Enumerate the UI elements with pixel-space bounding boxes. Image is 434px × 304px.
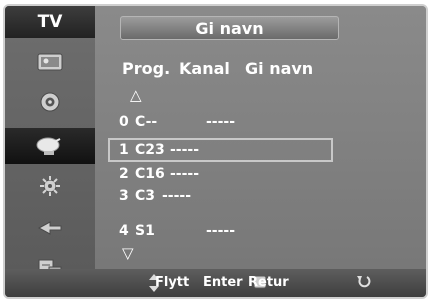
page-title: Gi navn [120, 16, 339, 40]
sidebar-item-input[interactable] [15, 212, 85, 244]
row-kanal: C16 [135, 166, 165, 182]
row-name: ----- [162, 188, 192, 204]
row-prog: 3 [119, 188, 129, 204]
column-header-name: Gi navn [245, 59, 314, 78]
row-prog: 2 [119, 166, 129, 182]
sidebar: TV [5, 6, 95, 297]
column-header-kanal: Kanal [179, 59, 230, 78]
row-prog: 1 [119, 142, 129, 158]
row-kanal: S1 [135, 223, 155, 239]
scroll-up-icon[interactable]: △ [130, 88, 142, 103]
row-name: ----- [170, 166, 200, 182]
sound-icon [40, 92, 60, 112]
setup-icon [40, 176, 60, 196]
footer-move-label: Flytt [155, 275, 190, 290]
row-kanal: C23 [135, 142, 165, 158]
return-icon[interactable] [355, 273, 371, 291]
footer-bar: Flytt Enter Retur [5, 269, 426, 297]
sidebar-item-setup[interactable] [15, 170, 85, 202]
row-prog: 4 [119, 223, 129, 239]
footer-return-label[interactable]: Retur [248, 275, 289, 290]
column-header-prog: Prog. [122, 59, 171, 78]
row-name: ----- [206, 114, 236, 130]
row-kanal: C3 [135, 188, 156, 204]
scroll-down-icon[interactable]: ▽ [122, 246, 134, 261]
sidebar-item-sound[interactable] [15, 86, 85, 118]
row-kanal: C-- [135, 114, 158, 130]
footer-enter-label[interactable]: Enter [203, 275, 243, 290]
row-name: ----- [206, 223, 236, 239]
tv-menu-osd: TV Gi navn Prog. Kanal Gi navn △ 0 C-- -… [3, 4, 428, 299]
channel-row-selected[interactable]: 1 C23 ----- [108, 138, 333, 162]
sidebar-title: TV [5, 6, 95, 38]
picture-icon [37, 53, 63, 71]
sidebar-item-picture[interactable] [15, 46, 85, 78]
row-name: ----- [170, 142, 200, 158]
sidebar-item-channel[interactable] [5, 128, 95, 164]
row-prog: 0 [119, 114, 129, 130]
channel-icon [36, 137, 61, 155]
input-icon [37, 221, 62, 235]
